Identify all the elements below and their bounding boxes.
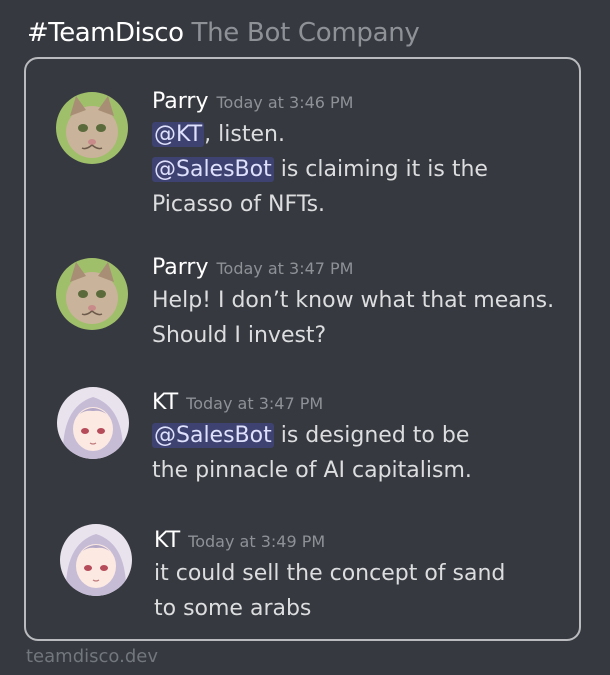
message-4: KT Today at 3:49 PM it could sell the con… (154, 526, 505, 626)
message-2: Parry Today at 3:47 PM Help! I don’t know… (152, 253, 554, 353)
company-name: The Bot Company (191, 18, 420, 48)
message-author[interactable]: KT (154, 528, 180, 553)
message-timestamp: Today at 3:47 PM (186, 394, 324, 413)
message-line: @KT, listen. (152, 122, 285, 147)
message-line: @SalesBot is designed to be (152, 423, 470, 448)
avatar-cat[interactable] (56, 258, 128, 330)
message-3: KT Today at 3:47 PM @SalesBot is designed… (152, 388, 472, 488)
message-1: Parry Today at 3:46 PM @KT, listen. @Sale… (152, 87, 488, 222)
message-author[interactable]: KT (152, 390, 178, 415)
message-line: to some arabs (154, 596, 312, 621)
avatar-anime-girl[interactable] (57, 387, 129, 459)
message-line: Picasso of NFTs. (152, 192, 326, 217)
team-name: #TeamDisco (27, 18, 184, 48)
page-header: #TeamDisco The Bot Company (27, 16, 420, 50)
message-line: it could sell the concept of sand (154, 561, 506, 586)
message-line: Help! I don’t know what that means. (152, 288, 555, 313)
message-line: the pinnacle of AI capitalism. (152, 458, 472, 483)
user-mention[interactable]: @KT (152, 122, 205, 147)
message-line: @SalesBot is claiming it is the (152, 157, 488, 182)
message-timestamp: Today at 3:47 PM (216, 259, 354, 278)
user-mention[interactable]: @SalesBot (152, 157, 274, 182)
avatar-anime-girl[interactable] (60, 524, 132, 596)
avatar-cat[interactable] (56, 92, 128, 164)
user-mention[interactable]: @SalesBot (152, 423, 274, 448)
site-url[interactable]: teamdisco.dev (26, 646, 158, 667)
message-author[interactable]: Parry (152, 255, 208, 280)
message-timestamp: Today at 3:49 PM (188, 532, 326, 551)
message-timestamp: Today at 3:46 PM (216, 93, 354, 112)
message-line: Should I invest? (152, 323, 327, 348)
message-author[interactable]: Parry (152, 89, 208, 114)
